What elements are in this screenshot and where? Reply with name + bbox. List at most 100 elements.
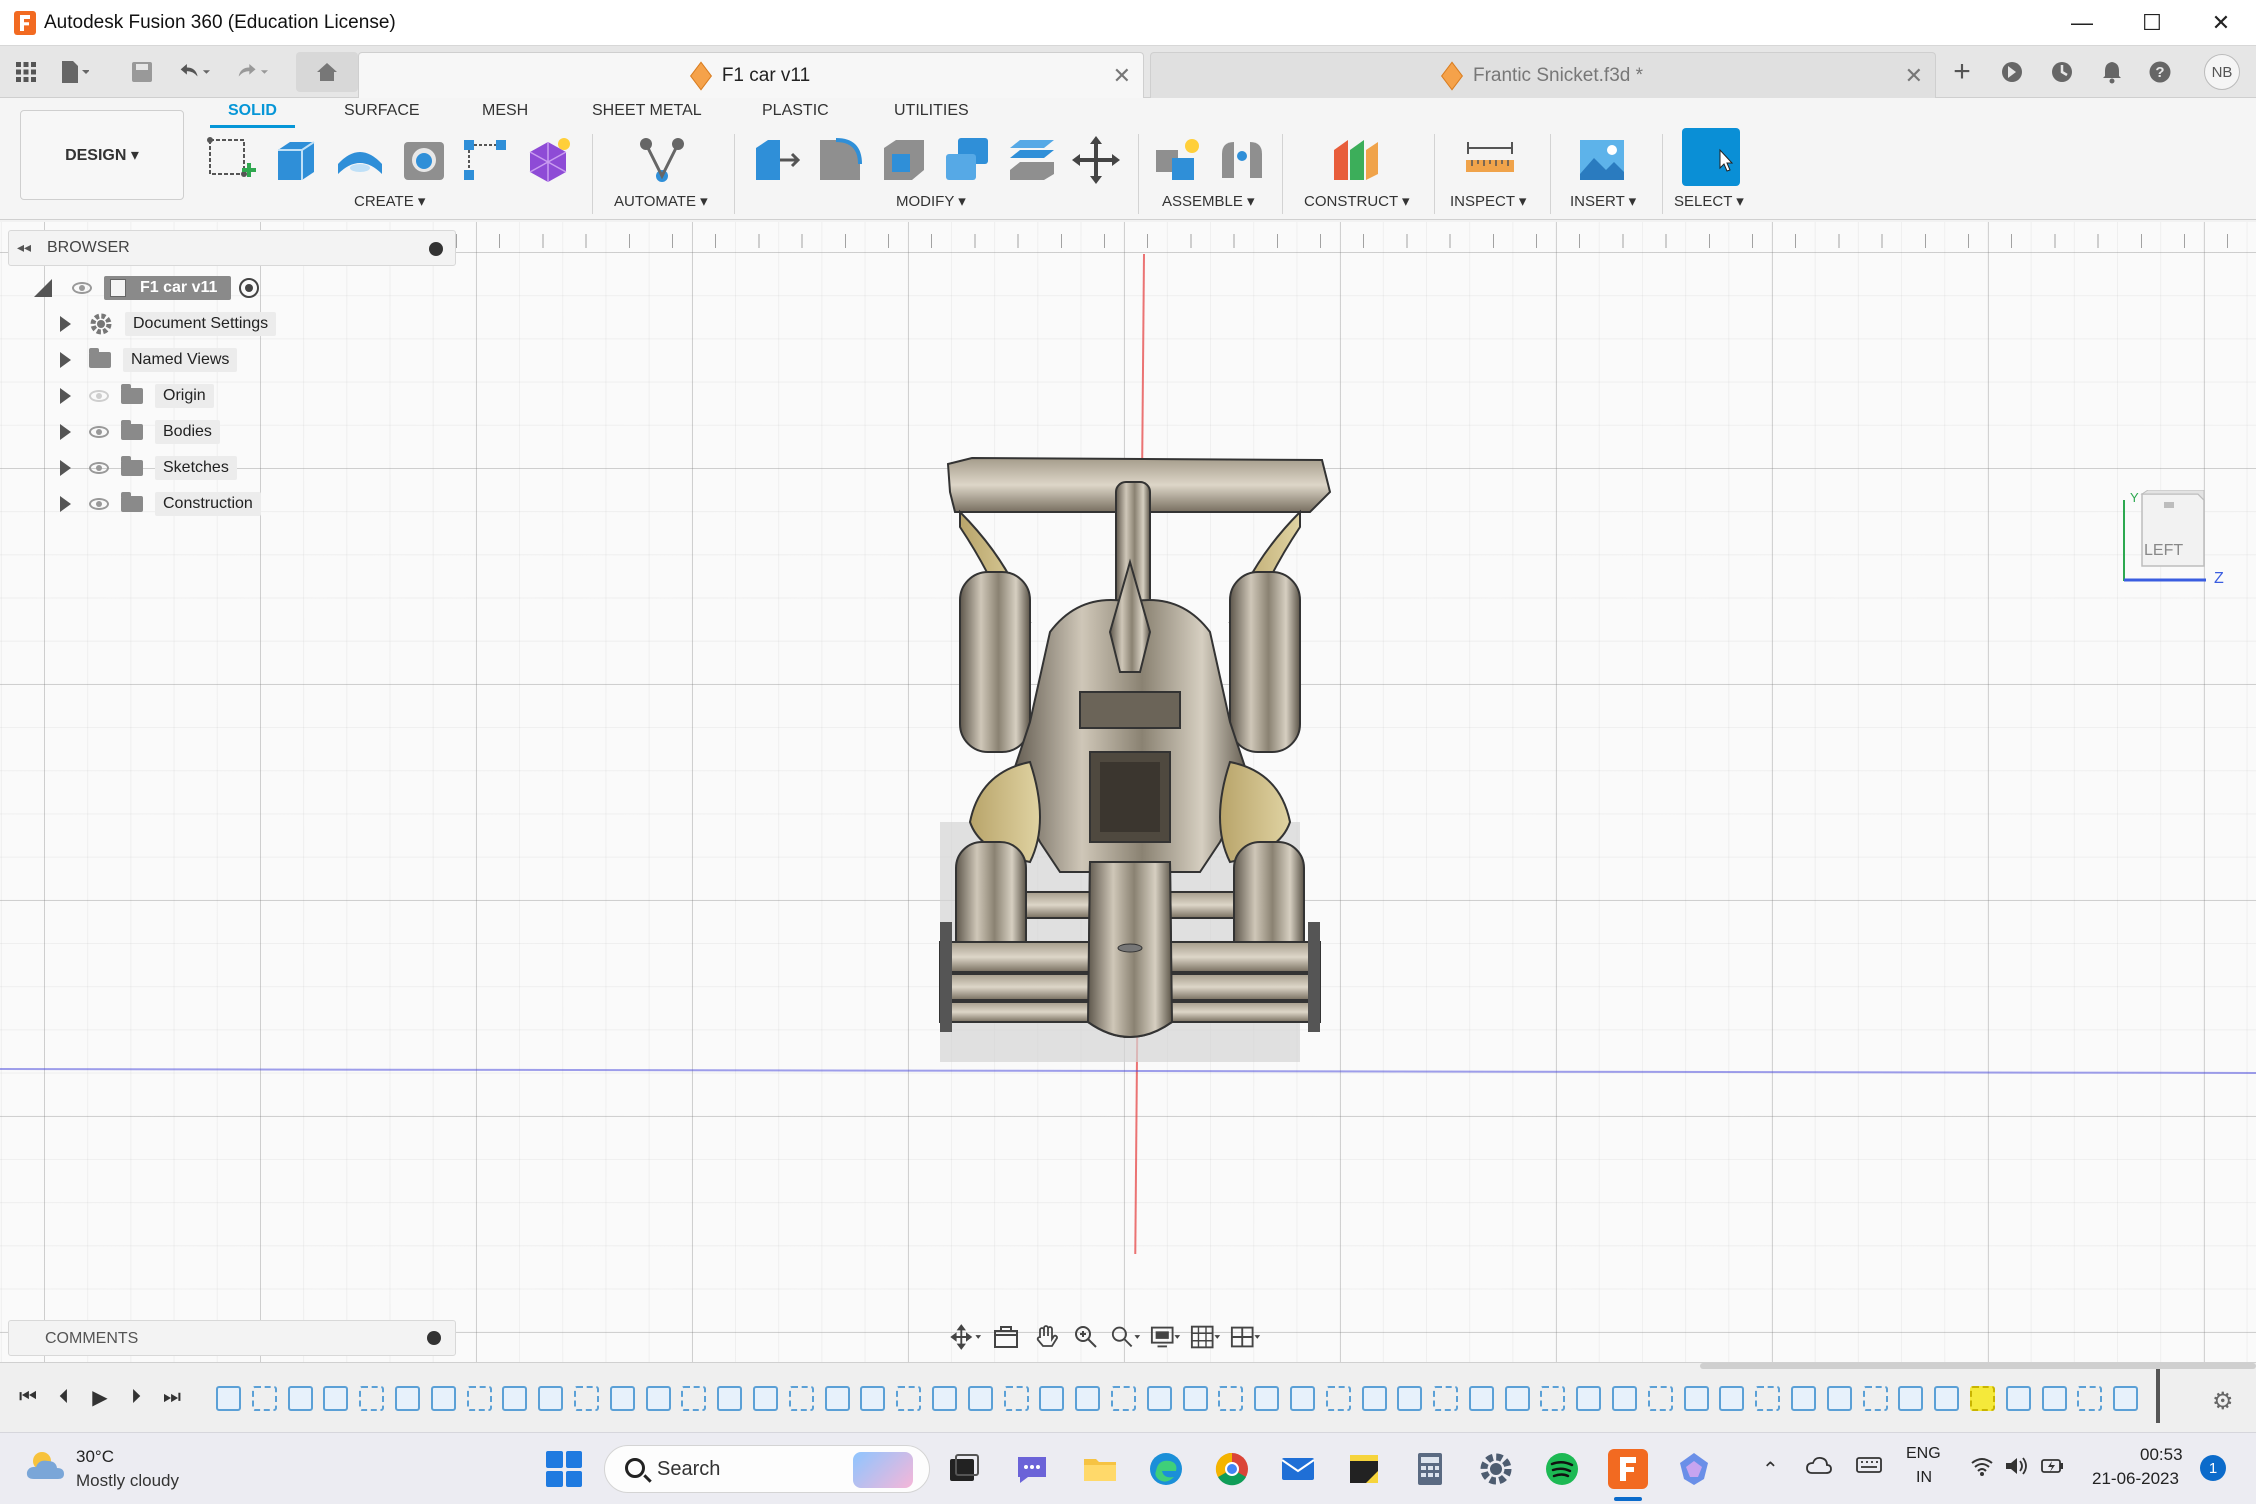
create-group-label[interactable]: CREATE ▾ (354, 192, 425, 210)
weather-description[interactable]: Mostly cloudy (76, 1471, 179, 1491)
onedrive-cloud-icon[interactable] (1806, 1455, 1832, 1480)
timeline-scrollbar[interactable] (1700, 1363, 2256, 1369)
timeline-feature-icon[interactable] (1683, 1385, 1709, 1411)
timeline-feature-icon[interactable] (2041, 1385, 2067, 1411)
rectangular-pattern-icon[interactable] (460, 134, 512, 186)
windows-start-icon[interactable] (546, 1451, 582, 1487)
chrome-browser-icon[interactable] (1212, 1449, 1252, 1489)
timeline-sketch-icon[interactable] (788, 1385, 814, 1411)
tab-solid[interactable]: SOLID (210, 102, 295, 128)
mail-icon[interactable] (1278, 1449, 1318, 1489)
timeline-feature-icon[interactable] (1504, 1385, 1530, 1411)
timeline-feature-icon[interactable] (1719, 1385, 1745, 1411)
expand-triangle-icon[interactable] (60, 496, 71, 512)
timeline-feature-icon[interactable] (1612, 1385, 1638, 1411)
timeline-sketch-icon[interactable] (1970, 1385, 1996, 1411)
weather-temperature[interactable]: 30°C (76, 1447, 114, 1467)
automate-group-label[interactable]: AUTOMATE ▾ (614, 192, 708, 210)
data-panel-grid-icon[interactable] (10, 56, 42, 88)
tab-utilities[interactable]: UTILITIES (894, 102, 969, 120)
input-region[interactable]: IN (1916, 1469, 1932, 1487)
shell-icon[interactable] (878, 134, 930, 186)
timeline-feature-icon[interactable] (1576, 1385, 1602, 1411)
timeline-feature-icon[interactable] (967, 1385, 993, 1411)
timeline-feature-icon[interactable] (1361, 1385, 1387, 1411)
show-hidden-icons-chevron-icon[interactable]: ⌃ (1762, 1457, 1779, 1482)
timeline-feature-icon[interactable] (645, 1385, 671, 1411)
timeline-feature-icon[interactable] (1468, 1385, 1494, 1411)
fusion360-taskbar-icon[interactable] (1608, 1449, 1648, 1489)
timeline-feature-icon[interactable] (287, 1385, 313, 1411)
timeline-sketch-icon[interactable] (359, 1385, 385, 1411)
pan-hand-icon[interactable] (1030, 1321, 1062, 1353)
redo-icon[interactable] (236, 56, 268, 88)
extensions-icon[interactable] (1996, 56, 2028, 88)
step-back-icon[interactable]: ⏴ (50, 1383, 78, 1411)
keyboard-icon[interactable] (1856, 1455, 1882, 1480)
spotify-icon[interactable] (1542, 1449, 1582, 1489)
expand-triangle-icon[interactable] (60, 460, 71, 476)
timeline-sketch-icon[interactable] (1540, 1385, 1566, 1411)
construct-group-label[interactable]: CONSTRUCT ▾ (1304, 192, 1410, 210)
help-question-icon[interactable]: ? (2144, 56, 2176, 88)
look-at-icon[interactable] (990, 1321, 1022, 1353)
timeline-sketch-icon[interactable] (1862, 1385, 1888, 1411)
workspace-switcher-button[interactable]: DESIGN ▾ (20, 110, 184, 200)
timeline-feature-icon[interactable] (931, 1385, 957, 1411)
timeline-feature-icon[interactable] (1397, 1385, 1423, 1411)
job-status-clock-icon[interactable] (2046, 56, 2078, 88)
viewcube-face-label[interactable]: LEFT (2144, 542, 2183, 560)
copilot-icon[interactable] (1674, 1449, 1714, 1489)
timeline-feature-icon[interactable] (538, 1385, 564, 1411)
canvas-viewport[interactable]: Y LEFT Z (0, 222, 2256, 1362)
timeline-sketch-icon[interactable] (1647, 1385, 1673, 1411)
timeline-feature-icon[interactable] (1791, 1385, 1817, 1411)
timeline-feature-icon[interactable] (1039, 1385, 1065, 1411)
expand-triangle-icon[interactable] (60, 316, 71, 332)
assemble-group-label[interactable]: ASSEMBLE ▾ (1162, 192, 1255, 210)
new-component-icon[interactable] (1152, 134, 1204, 186)
move-copy-icon[interactable] (1070, 134, 1122, 186)
viewports-icon[interactable] (1230, 1321, 1262, 1353)
browser-item-construction[interactable]: Construction (60, 488, 261, 520)
file-explorer-icon[interactable] (1080, 1449, 1120, 1489)
tab-mesh[interactable]: MESH (482, 102, 528, 120)
zoom-icon[interactable] (1070, 1321, 1102, 1353)
hole-icon[interactable] (398, 134, 450, 186)
file-menu-icon[interactable] (58, 56, 90, 88)
task-view-icon[interactable] (944, 1449, 984, 1489)
timeline-sketch-icon[interactable] (251, 1385, 277, 1411)
measure-icon[interactable] (1464, 134, 1516, 186)
timeline-feature-icon[interactable] (394, 1385, 420, 1411)
volume-icon[interactable] (2004, 1455, 2028, 1482)
wifi-icon[interactable] (1970, 1455, 1994, 1482)
timeline-sketch-icon[interactable] (1003, 1385, 1029, 1411)
timeline-sketch-icon[interactable] (573, 1385, 599, 1411)
browser-item-sketches[interactable]: Sketches (60, 452, 237, 484)
timeline-sketch-icon[interactable] (1433, 1385, 1459, 1411)
collapse-browser-icon[interactable]: ◂◂ (17, 239, 31, 256)
timeline-feature-icon[interactable] (2005, 1385, 2031, 1411)
taskbar-search-box[interactable]: Search (604, 1445, 930, 1493)
split-face-icon[interactable] (1006, 134, 1058, 186)
insert-group-label[interactable]: INSERT ▾ (1570, 192, 1636, 210)
automate-icon[interactable] (636, 134, 688, 186)
visibility-eye-icon[interactable] (89, 426, 109, 438)
user-avatar[interactable]: NB (2204, 54, 2240, 90)
tab-surface[interactable]: SURFACE (344, 102, 420, 120)
timeline-sketch-icon[interactable] (2077, 1385, 2103, 1411)
f1-car-model[interactable] (900, 422, 1360, 1062)
visibility-eye-icon[interactable] (72, 282, 92, 294)
maximize-button[interactable]: ☐ (2117, 0, 2187, 46)
taskbar-clock-date[interactable]: 21-06-2023 (2092, 1469, 2179, 1489)
display-settings-icon[interactable] (1150, 1321, 1182, 1353)
revolve-icon[interactable] (334, 134, 386, 186)
modify-group-label[interactable]: MODIFY ▾ (896, 192, 966, 210)
timeline-feature-icon[interactable] (609, 1385, 635, 1411)
timeline-marker[interactable] (2156, 1369, 2160, 1423)
insert-canvas-icon[interactable] (1576, 134, 1628, 186)
battery-charging-icon[interactable] (2040, 1455, 2066, 1482)
timeline-feature-icon[interactable] (1289, 1385, 1315, 1411)
add-comment-icon[interactable] (427, 1331, 441, 1345)
timeline-sketch-icon[interactable] (1755, 1385, 1781, 1411)
